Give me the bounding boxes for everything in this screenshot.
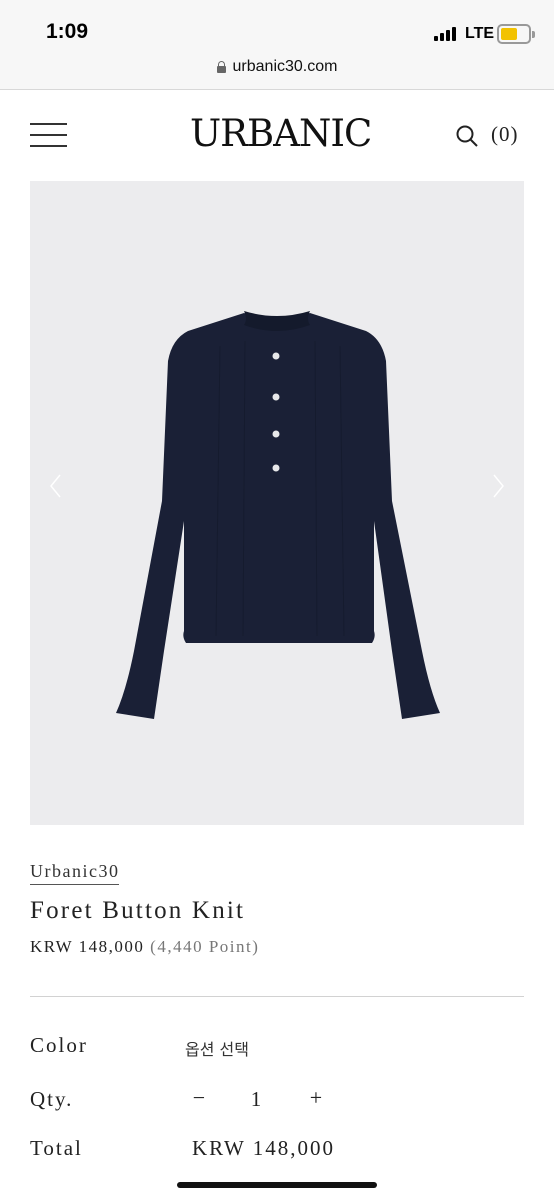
total-price: KRW 148,000 [192, 1136, 335, 1160]
qty-value[interactable]: 1 [249, 1087, 263, 1112]
battery-icon [497, 24, 535, 44]
signal-icon [434, 27, 458, 41]
url-text[interactable]: urbanic30.com [233, 58, 338, 75]
brand-link[interactable]: Urbanic30 [30, 861, 120, 885]
status-bar: 1:09 LTE [0, 0, 554, 52]
divider [30, 996, 524, 997]
home-indicator[interactable] [177, 1182, 377, 1188]
price-line: KRW 148,000 (4,440 Point) [30, 937, 259, 957]
product-image[interactable] [30, 181, 524, 825]
product-photo-knit-sweater [116, 311, 440, 719]
product-price: KRW 148,000 [30, 937, 145, 956]
browser-url-bar[interactable]: urbanic30.com [0, 52, 554, 90]
qty-label: Qty. [30, 1087, 74, 1111]
search-icon[interactable] [456, 125, 478, 147]
lock-icon [216, 61, 226, 73]
total-label: Total [30, 1136, 83, 1160]
color-select[interactable]: 옵션 선택 [185, 1036, 249, 1060]
chevron-right-icon[interactable] [488, 471, 508, 501]
site-header: URBANIC (0) [0, 90, 554, 180]
qty-decrease-button[interactable]: − [188, 1085, 210, 1111]
cart-count[interactable]: (0) [491, 122, 519, 147]
color-label: Color [30, 1033, 88, 1057]
product-points: (4,440 Point) [150, 937, 260, 956]
network-label: LTE [465, 25, 495, 42]
status-time: 1:09 [46, 20, 89, 43]
hamburger-menu-icon[interactable] [30, 123, 67, 147]
site-logo[interactable]: URBANIC [190, 112, 372, 155]
battery-level [501, 28, 517, 40]
product-title: Foret Button Knit [30, 897, 246, 924]
chevron-left-icon[interactable] [46, 471, 66, 501]
qty-increase-button[interactable]: + [305, 1085, 327, 1111]
